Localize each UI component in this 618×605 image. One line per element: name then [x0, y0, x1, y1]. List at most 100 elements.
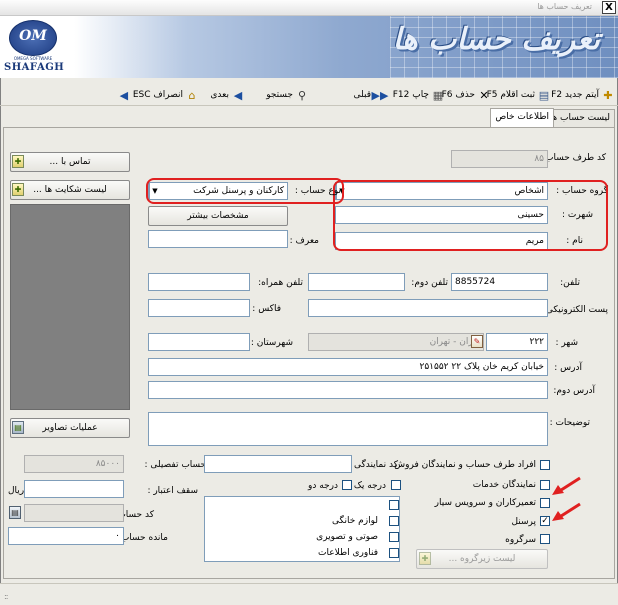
- role-checkbox-4[interactable]: [540, 534, 550, 544]
- toolbar-label: آیتم جدید F2: [551, 90, 599, 100]
- category-checkbox-3[interactable]: [389, 548, 399, 558]
- role-checkbox-1[interactable]: [540, 480, 550, 490]
- images-button[interactable]: عملیات تصاویر: [10, 418, 130, 438]
- window-title: تعریف حساب ها: [537, 2, 592, 11]
- subgroup-button: لیست زیرگروه ...: [416, 549, 548, 569]
- toolbar-label: ثبت اقلام F5: [486, 90, 535, 100]
- referrer-label: معرف :: [289, 236, 319, 246]
- category-label-2: صوتی و تصویری: [316, 532, 378, 542]
- toolbar-delete[interactable]: ✕ حذف F6: [442, 87, 490, 103]
- highlight-oval-type: [146, 178, 344, 204]
- toolbar-new[interactable]: ✚ آیتم جدید F2: [551, 87, 614, 103]
- next-icon: ◀: [233, 88, 243, 102]
- notes-field[interactable]: [148, 412, 548, 446]
- more-specs-button[interactable]: مشخصات بیشتر: [148, 206, 288, 226]
- grade2-label: درجه دو: [308, 481, 338, 491]
- phone2-label: تلفن دوم:: [411, 278, 448, 288]
- status-bar: ::: [0, 583, 618, 605]
- rep-code-field[interactable]: [204, 455, 352, 473]
- subgroup-icon: ✚: [419, 552, 431, 565]
- phone2-field[interactable]: [308, 273, 405, 291]
- toolbar-print[interactable]: ▦ چاپ F12: [393, 87, 444, 103]
- toolbar: ✚ آیتم جدید F2 ▤ ثبت اقلام F5 ✕ حذف F6 ▦…: [0, 82, 618, 106]
- fax-label: فاکس :: [252, 304, 281, 314]
- county-label: شهرستان :: [250, 338, 293, 348]
- tab-account-list[interactable]: لیست حساب ها: [544, 109, 615, 128]
- category-checkbox-0[interactable]: [389, 500, 399, 510]
- tab-strip: لیست حساب ها اطلاعات خاص: [0, 108, 618, 129]
- category-checkbox-1[interactable]: [389, 516, 399, 526]
- phone-field[interactable]: 8855724: [451, 273, 548, 291]
- detail-code-field: ۸۵۰۰۰: [24, 455, 124, 473]
- address2-field[interactable]: [148, 381, 548, 399]
- role-label-1: نمایندگان خدمات: [472, 480, 536, 490]
- email-field[interactable]: [308, 299, 548, 317]
- tab-special-info[interactable]: اطلاعات خاص: [490, 108, 554, 129]
- role-checkbox-0[interactable]: [540, 460, 550, 470]
- role-label-2: تعمیرکاران و سرویس سیار: [434, 498, 536, 508]
- role-label-0: افراد طرف حساب و نمایندگان فروش: [394, 460, 536, 470]
- fax-field[interactable]: [148, 299, 250, 317]
- new-icon: ✚: [603, 88, 613, 102]
- role-checkbox-2[interactable]: [540, 498, 550, 508]
- toolbar-search[interactable]: ⚲ جستجو: [266, 87, 308, 103]
- email-label: پست الکترونیکی:: [542, 305, 608, 315]
- city-code-field[interactable]: ۲۲۲: [486, 333, 548, 351]
- image-preview: [10, 204, 130, 410]
- prev-icon: ▶▶: [371, 88, 389, 102]
- role-checkbox-3[interactable]: ✓: [540, 516, 550, 526]
- toolbar-next[interactable]: ◀ بعدی: [210, 87, 244, 103]
- toolbar-label: انصراف ESC: [132, 90, 183, 100]
- city-name-field: تهران - تهران: [308, 333, 484, 351]
- county-field[interactable]: [148, 333, 250, 351]
- title-bar: تعریف حساب ها X: [0, 0, 618, 16]
- toolbar-label: چاپ F12: [392, 90, 429, 100]
- credit-field[interactable]: [24, 480, 124, 498]
- header-banner: تعریف حساب ها: [0, 16, 618, 78]
- company-logo: OM OMEGA SOFTWARE SHAFAGH: [4, 20, 64, 76]
- contact-icon: ✚: [12, 155, 24, 168]
- account-code-picker-icon[interactable]: ▤: [9, 506, 21, 519]
- banner-title: تعریف حساب ها: [392, 22, 600, 57]
- close-button[interactable]: X: [602, 1, 616, 14]
- first-icon: ◀: [119, 88, 129, 102]
- phone-label: تلفن:: [560, 278, 580, 288]
- grade1-label: درجه یک: [353, 481, 386, 491]
- resize-grip-icon[interactable]: ::: [4, 592, 9, 601]
- toolbar-cancel[interactable]: ⌂ انصراف ESC ◀: [118, 87, 198, 103]
- toolbar-label: جستجو: [266, 90, 293, 100]
- toolbar-label: حذف F6: [441, 90, 475, 100]
- toolbar-register[interactable]: ▤ ثبت اقلام F5: [487, 87, 550, 103]
- mobile-field[interactable]: [148, 273, 250, 291]
- account-code-label: کد طرف حساب :: [539, 153, 606, 163]
- toolbar-label: قبلی: [353, 90, 372, 100]
- subgroup-button-label: لیست زیرگروه ...: [448, 554, 516, 564]
- contact-button-label: تماس با ...: [49, 157, 91, 167]
- category-checkbox-2[interactable]: [389, 532, 399, 542]
- delete-icon: ✕: [479, 88, 489, 102]
- grade2-checkbox[interactable]: [342, 480, 352, 490]
- register-icon: ▤: [538, 88, 550, 102]
- search-icon: ⚲: [297, 88, 307, 102]
- address2-label: آدرس دوم:: [553, 386, 595, 396]
- category-label-1: لوازم خانگی: [332, 516, 378, 526]
- city-picker-icon[interactable]: ✎: [471, 335, 483, 348]
- address-label: آدرس :: [554, 363, 582, 373]
- referrer-field[interactable]: [148, 230, 288, 248]
- contact-button[interactable]: تماس با ...: [10, 152, 130, 172]
- complaints-button[interactable]: لیست شکایت ها ...: [10, 180, 130, 200]
- role-label-3: پرسنل: [511, 517, 536, 527]
- logo-letters: OM: [19, 28, 47, 44]
- complaints-button-label: لیست شکایت ها ...: [33, 185, 107, 195]
- credit-label: سقف اعتبار :: [147, 486, 198, 496]
- category-label-3: فناوری اطلاعات: [318, 548, 378, 558]
- toolbar-label: بعدی: [210, 90, 229, 100]
- city-label: شهر :: [555, 338, 578, 348]
- address-field[interactable]: خیابان کریم خان پلاک ۲۲ ۲۵۱۵۵۲: [148, 358, 548, 376]
- toolbar-prev[interactable]: ▶▶ قبلی: [353, 87, 389, 103]
- grade1-checkbox[interactable]: [391, 480, 401, 490]
- currency-label: ریال: [8, 486, 25, 496]
- balance-field: ۰: [8, 527, 124, 545]
- rep-code-label: کد نمایندگی :: [348, 460, 398, 470]
- logo-subtitle: OMEGA SOFTWARE: [13, 56, 53, 61]
